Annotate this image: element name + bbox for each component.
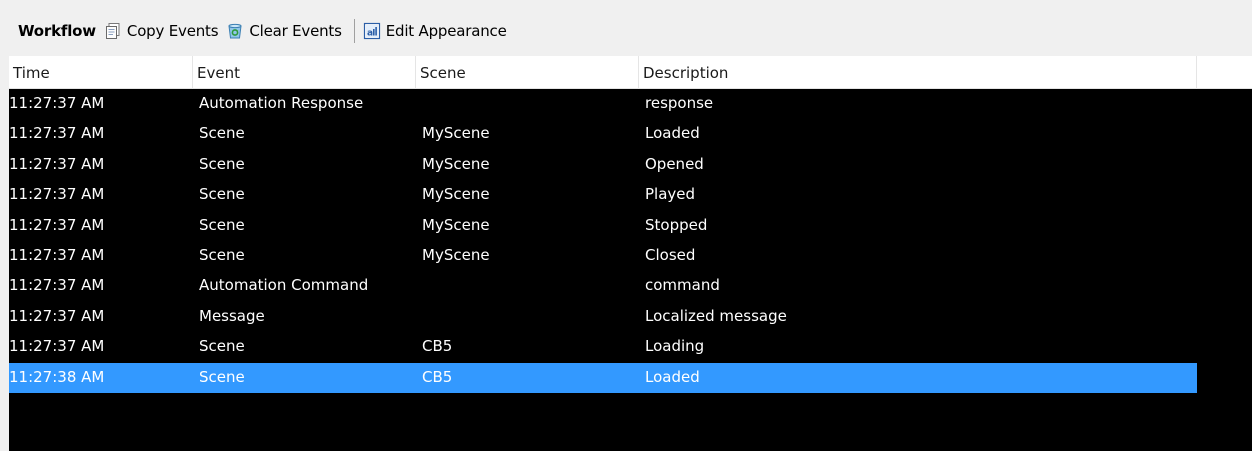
cell-time: 11:27:37 AM: [9, 215, 105, 234]
column-header-description[interactable]: Description: [639, 56, 1197, 89]
table-row[interactable]: 11:27:37 AM Scene MyScene Stopped: [9, 211, 1197, 241]
cell-scene: MyScene: [422, 245, 490, 264]
table-row[interactable]: 11:27:37 AM Scene MyScene Loaded: [9, 119, 1197, 149]
cell-event: Scene: [199, 367, 245, 386]
cell-event: Scene: [199, 337, 245, 356]
cell-time: 11:27:37 AM: [9, 124, 105, 143]
cell-description: command: [645, 276, 720, 295]
column-header-event[interactable]: Event: [193, 56, 416, 89]
cell-description: Opened: [645, 154, 704, 173]
cell-time: 11:27:37 AM: [9, 154, 105, 173]
edit-appearance-label: Edit Appearance: [385, 22, 507, 40]
edit-appearance-button[interactable]: a Edit Appearance: [363, 22, 507, 40]
cell-scene: CB5: [422, 367, 453, 386]
cell-description: Loaded: [645, 124, 700, 143]
svg-text:a: a: [367, 29, 373, 39]
clear-events-button[interactable]: Clear Events: [226, 22, 342, 40]
toolbar-separator: [353, 19, 355, 43]
cell-event: Message: [199, 306, 265, 325]
toolbar-title: Workflow: [18, 22, 96, 40]
table-row[interactable]: 11:27:37 AM Scene MyScene Opened: [9, 150, 1197, 180]
copy-events-button[interactable]: Copy Events: [104, 22, 219, 40]
cell-scene: MyScene: [422, 185, 490, 204]
toolbar-items: Workflow Copy Events Clear Events a Edit…: [18, 18, 515, 44]
cell-event: Scene: [199, 154, 245, 173]
table-row-selected[interactable]: 11:27:38 AM Scene CB5 Loaded: [9, 362, 1197, 393]
column-header-time[interactable]: Time: [9, 56, 193, 89]
cell-event: Scene: [199, 245, 245, 264]
recycle-bin-icon: [226, 22, 244, 40]
table-row[interactable]: 11:27:37 AM Scene MyScene Played: [9, 180, 1197, 210]
cell-time: 11:27:37 AM: [9, 185, 105, 204]
grid-header: Time Event Scene Description: [9, 56, 1252, 89]
cell-time: 11:27:37 AM: [9, 276, 105, 295]
copy-icon: [104, 22, 122, 40]
cell-description: Stopped: [645, 215, 708, 234]
cell-scene: MyScene: [422, 215, 490, 234]
cell-time: 11:27:37 AM: [9, 337, 105, 356]
events-grid[interactable]: Time Event Scene Description 11:27:37 AM…: [9, 56, 1252, 451]
cell-event: Automation Command: [199, 276, 369, 295]
table-row[interactable]: 11:27:37 AM Scene CB5 Loading: [9, 332, 1197, 362]
cell-time: 11:27:37 AM: [9, 245, 105, 264]
column-header-scene[interactable]: Scene: [416, 56, 639, 89]
cell-description: Closed: [645, 245, 696, 264]
cell-description: Loaded: [645, 367, 700, 386]
cell-event: Scene: [199, 215, 245, 234]
cell-time: 11:27:37 AM: [9, 306, 105, 325]
cell-scene: CB5: [422, 337, 453, 356]
table-row[interactable]: 11:27:37 AM Scene MyScene Closed: [9, 241, 1197, 271]
cell-event: Scene: [199, 124, 245, 143]
workflow-panel: Workflow Copy Events Clear Events a Edit…: [0, 0, 1252, 451]
table-row[interactable]: 11:27:37 AM Message Localized message: [9, 302, 1197, 332]
table-row[interactable]: 11:27:37 AM Automation Response response: [9, 89, 1197, 119]
cell-time: 11:27:38 AM: [9, 367, 105, 386]
copy-events-label: Copy Events: [126, 22, 219, 40]
cell-description: Played: [645, 185, 696, 204]
cell-time: 11:27:37 AM: [9, 94, 105, 112]
cell-scene: MyScene: [422, 154, 490, 173]
appearance-icon: a: [363, 22, 381, 40]
cell-scene: MyScene: [422, 124, 490, 143]
clear-events-label: Clear Events: [249, 22, 342, 40]
table-row[interactable]: 11:27:37 AM Automation Command command: [9, 271, 1197, 301]
cell-description: Loading: [645, 337, 705, 356]
cell-description: response: [645, 94, 714, 112]
cell-event: Automation Response: [199, 94, 364, 112]
grid-rows: 11:27:37 AM Automation Response response 11…: [9, 89, 1197, 393]
cell-event: Scene: [199, 185, 245, 204]
cell-description: Localized message: [645, 306, 787, 325]
toolbar: Workflow Copy Events Clear Events a Edit…: [0, 0, 1252, 53]
